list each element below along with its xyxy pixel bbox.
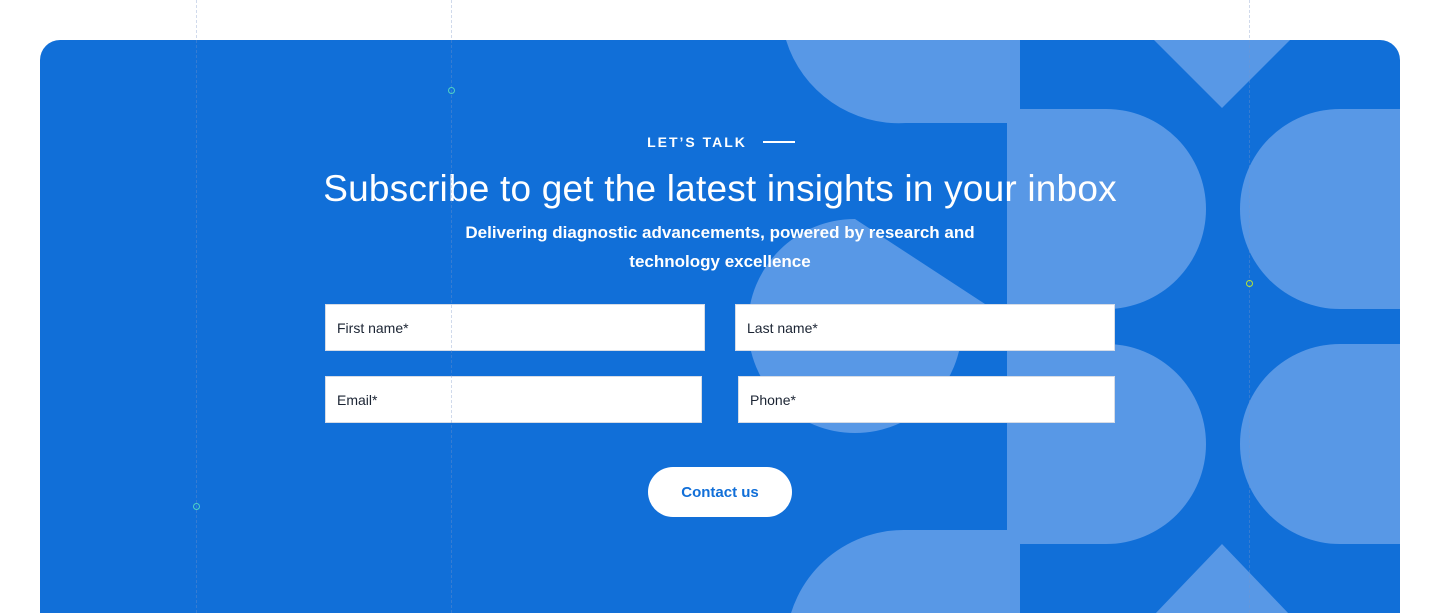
page: LET’S TALK Subscribe to get the latest i…	[0, 0, 1440, 613]
subtitle: Delivering diagnostic advancements, powe…	[465, 223, 975, 271]
cta-content: LET’S TALK Subscribe to get the latest i…	[40, 40, 1400, 613]
first-name-field[interactable]	[325, 304, 705, 351]
eyebrow-label: LET’S TALK	[647, 134, 747, 150]
eyebrow-divider	[762, 141, 795, 143]
phone-field[interactable]	[738, 376, 1115, 423]
eyebrow-row: LET’S TALK	[40, 134, 1400, 150]
last-name-field[interactable]	[735, 304, 1115, 351]
ring-marker-top	[448, 87, 455, 94]
subscribe-panel: LET’S TALK Subscribe to get the latest i…	[40, 40, 1400, 613]
ring-marker-right	[1246, 280, 1253, 287]
page-title: Subscribe to get the latest insights in …	[323, 168, 1117, 209]
email-field[interactable]	[325, 376, 702, 423]
ring-marker-left	[193, 503, 200, 510]
contact-us-button[interactable]: Contact us	[648, 467, 792, 517]
